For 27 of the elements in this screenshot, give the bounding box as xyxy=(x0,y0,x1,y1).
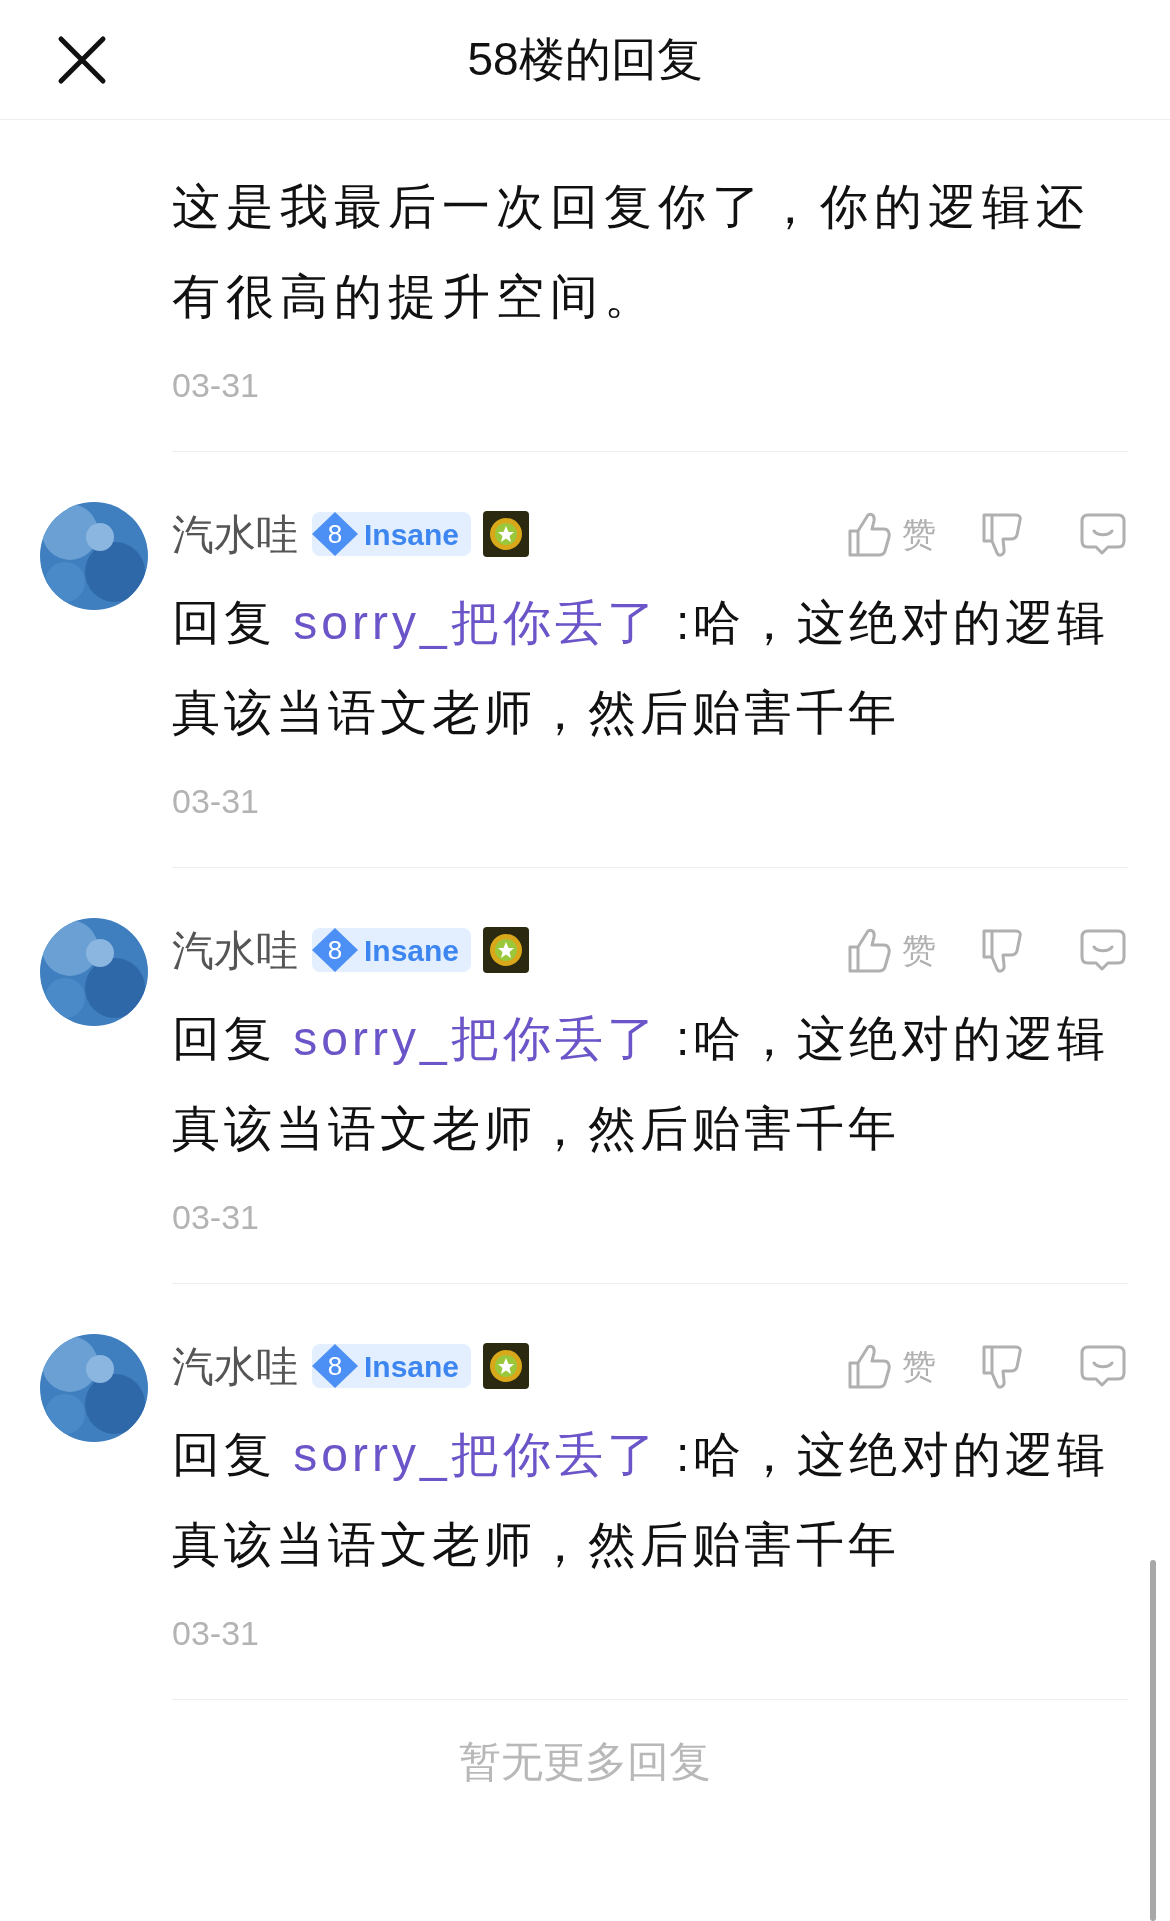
username[interactable]: 汽水哇 xyxy=(172,502,298,566)
mention-link[interactable]: sorry_把你丢了 xyxy=(293,1012,659,1065)
rank-label: Insane xyxy=(364,516,460,553)
rank-label: Insane xyxy=(364,1348,460,1385)
no-more-replies-text: 暂无更多回复 xyxy=(459,1737,711,1787)
reply-date: 03-31 xyxy=(172,1197,260,1238)
username[interactable]: 汽水哇 xyxy=(172,918,298,982)
reply-date: 03-31 xyxy=(172,1613,260,1654)
reply-text: 回复 sorry_把你丢了 :哈，这绝对的逻辑真该当语文老师，然后贻害千年 xyxy=(172,595,1111,741)
level-number: 8 xyxy=(312,1344,358,1388)
medal-icon xyxy=(483,1343,530,1389)
mention-link[interactable]: sorry_把你丢了 xyxy=(293,1428,659,1481)
level-number: 8 xyxy=(312,928,358,972)
header-title: 58楼的回复 xyxy=(467,32,703,87)
reply-text: 回复 sorry_把你丢了 :哈，这绝对的逻辑真该当语文老师，然后贻害千年 xyxy=(172,1011,1111,1157)
medal-icon xyxy=(483,927,530,973)
scrollbar[interactable] xyxy=(1150,1560,1156,1921)
medal-icon xyxy=(483,511,530,557)
reply-date: 03-31 xyxy=(172,365,260,406)
username[interactable]: 汽水哇 xyxy=(172,1334,298,1398)
level-number: 8 xyxy=(312,512,358,556)
close-icon xyxy=(57,35,107,85)
reply-text: 这是我最后一次回复你了，你的逻辑还有很高的提升空间。 xyxy=(172,179,1091,325)
mention-link[interactable]: sorry_把你丢了 xyxy=(293,596,659,649)
reply-date: 03-31 xyxy=(172,781,260,822)
rank-label: Insane xyxy=(364,932,460,969)
reply-text: 回复 sorry_把你丢了 :哈，这绝对的逻辑真该当语文老师，然后贻害千年 xyxy=(172,1427,1111,1573)
